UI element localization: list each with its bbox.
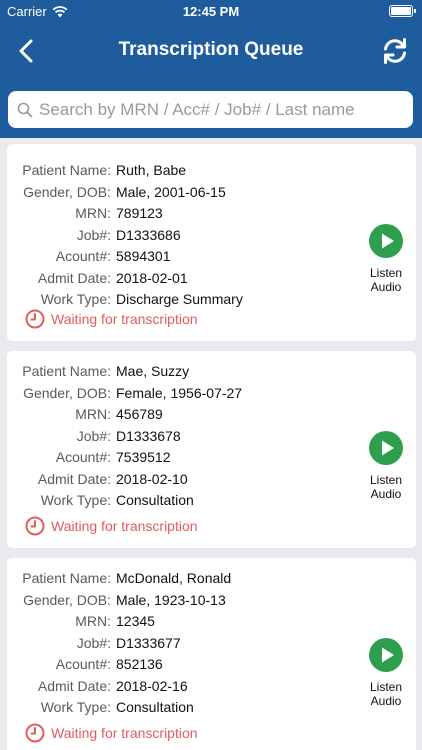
mrn-row: MRN: 12345 [7, 611, 155, 631]
nav-bar: Transcription Queue [0, 22, 422, 80]
clock-icon [25, 309, 45, 329]
patient-name-row: Patient Name: McDonald, Ronald [7, 568, 231, 588]
queue-card[interactable]: Patient Name: Ruth, Babe Gender, DOB: Male… [7, 144, 416, 341]
clock-time: 12:45 PM [182, 4, 240, 19]
admit-date-row: Admit Date: 2018-02-16 [7, 676, 188, 696]
mrn-value: 456789 [116, 406, 163, 422]
account-row: Acount#: 852136 [7, 654, 163, 674]
status-text: Waiting for transcription [51, 518, 198, 534]
admit-date-value: 2018-02-16 [116, 677, 188, 694]
listen-audio-button[interactable]: Listen Audio [366, 224, 406, 294]
patient-name-row: Patient Name: Ruth, Babe [7, 160, 186, 180]
clock-icon [25, 723, 45, 743]
audio-label: Audio [370, 280, 402, 294]
account-value: 7539512 [116, 449, 171, 465]
work-type-value: Consultation [116, 492, 194, 508]
job-row: Job#: D1333677 [7, 633, 181, 653]
account-value: 5894301 [116, 248, 171, 264]
job-label: Job#: [76, 427, 111, 444]
page-title: Transcription Queue [118, 39, 304, 60]
audio-label: Audio [370, 487, 402, 501]
listen-label: Listen [369, 680, 403, 694]
gender-dob-label: Gender, DOB: [23, 183, 111, 200]
work-type-value: Consultation [116, 699, 194, 715]
play-icon [369, 224, 403, 258]
mrn-value: 12345 [116, 613, 155, 629]
patient-name-label: Patient Name: [22, 363, 111, 379]
patient-name-row: Patient Name: Mae, Suzzy [7, 361, 189, 381]
battery-icon [389, 5, 416, 17]
mrn-label: MRN: [75, 205, 111, 221]
patient-name-label: Patient Name: [22, 162, 111, 178]
mrn-row: MRN: 789123 [7, 203, 163, 223]
play-icon [369, 431, 403, 465]
account-value: 852136 [116, 656, 163, 672]
queue-card[interactable]: Patient Name: Mae, Suzzy Gender, DOB: Fema… [7, 351, 416, 548]
mrn-label: MRN: [75, 406, 111, 422]
listen-label: Listen [369, 266, 403, 280]
account-row: Acount#: 7539512 [7, 447, 171, 467]
work-type-label: Work Type: [40, 291, 111, 307]
admit-date-value: 2018-02-10 [116, 470, 188, 487]
gender-dob-label: Gender, DOB: [23, 384, 111, 401]
clock-icon [25, 516, 45, 536]
status-text: Waiting for transcription [51, 725, 198, 741]
status-bar: Carrier 12:45 PM [0, 0, 422, 22]
refresh-button[interactable] [380, 36, 410, 66]
patient-name-value: McDonald, Ronald [116, 570, 232, 586]
work-type-row: Work Type: Discharge Summary [7, 289, 243, 309]
search-bar[interactable] [8, 91, 413, 128]
gender-dob-row: Gender, DOB: Male, 1923-10-13 [7, 590, 226, 610]
audio-label: Audio [370, 694, 402, 708]
work-type-row: Work Type: Consultation [7, 697, 194, 717]
job-value: D1333677 [116, 634, 181, 651]
status-indicator: Waiting for transcription [25, 309, 198, 329]
patient-name-value: Ruth, Babe [116, 162, 187, 178]
job-value: D1333686 [116, 226, 181, 243]
job-label: Job#: [76, 634, 111, 651]
search-icon [17, 102, 33, 117]
admit-date-value: 2018-02-01 [116, 269, 188, 286]
job-value: D1333678 [116, 427, 181, 444]
admit-date-label: Admit Date: [37, 470, 111, 487]
work-type-row: Work Type: Consultation [7, 490, 194, 510]
gender-dob-row: Gender, DOB: Female, 1956-07-27 [7, 383, 242, 403]
search-input[interactable] [39, 99, 413, 120]
gender-dob-value: Male, 1923-10-13 [116, 591, 226, 608]
account-label: Acount#: [55, 248, 111, 264]
admit-date-label: Admit Date: [37, 269, 111, 286]
status-text: Waiting for transcription [51, 311, 198, 327]
mrn-value: 789123 [116, 205, 163, 221]
mrn-label: MRN: [75, 613, 111, 629]
listen-label: Listen [369, 473, 403, 487]
work-type-label: Work Type: [40, 492, 111, 508]
queue-card[interactable]: Patient Name: McDonald, Ronald Gender, DO… [7, 558, 416, 750]
status-indicator: Waiting for transcription [25, 723, 198, 743]
patient-name-value: Mae, Suzzy [116, 363, 190, 379]
queue-list: Patient Name: Ruth, Babe Gender, DOB: Male… [0, 138, 422, 750]
listen-audio-button[interactable]: Listen Audio [366, 431, 406, 501]
status-indicator: Waiting for transcription [25, 516, 198, 536]
listen-audio-button[interactable]: Listen Audio [366, 638, 406, 708]
job-row: Job#: D1333678 [7, 426, 181, 446]
admit-date-row: Admit Date: 2018-02-10 [7, 469, 188, 489]
mrn-row: MRN: 456789 [7, 404, 163, 424]
patient-name-label: Patient Name: [22, 570, 111, 586]
work-type-label: Work Type: [40, 699, 111, 715]
account-row: Acount#: 5894301 [7, 246, 171, 266]
work-type-value: Discharge Summary [116, 291, 243, 307]
gender-dob-label: Gender, DOB: [23, 591, 111, 608]
refresh-icon [384, 38, 406, 64]
gender-dob-row: Gender, DOB: Male, 2001-06-15 [7, 182, 226, 202]
gender-dob-value: Female, 1956-07-27 [116, 384, 243, 401]
account-label: Acount#: [55, 449, 111, 465]
account-label: Acount#: [55, 656, 111, 672]
gender-dob-value: Male, 2001-06-15 [116, 183, 226, 200]
job-label: Job#: [76, 226, 111, 243]
job-row: Job#: D1333686 [7, 225, 181, 245]
app-header: Carrier 12:45 PM Transcription Queue [0, 0, 422, 138]
admit-date-label: Admit Date: [37, 677, 111, 694]
admit-date-row: Admit Date: 2018-02-01 [7, 268, 188, 288]
play-icon [369, 638, 403, 672]
